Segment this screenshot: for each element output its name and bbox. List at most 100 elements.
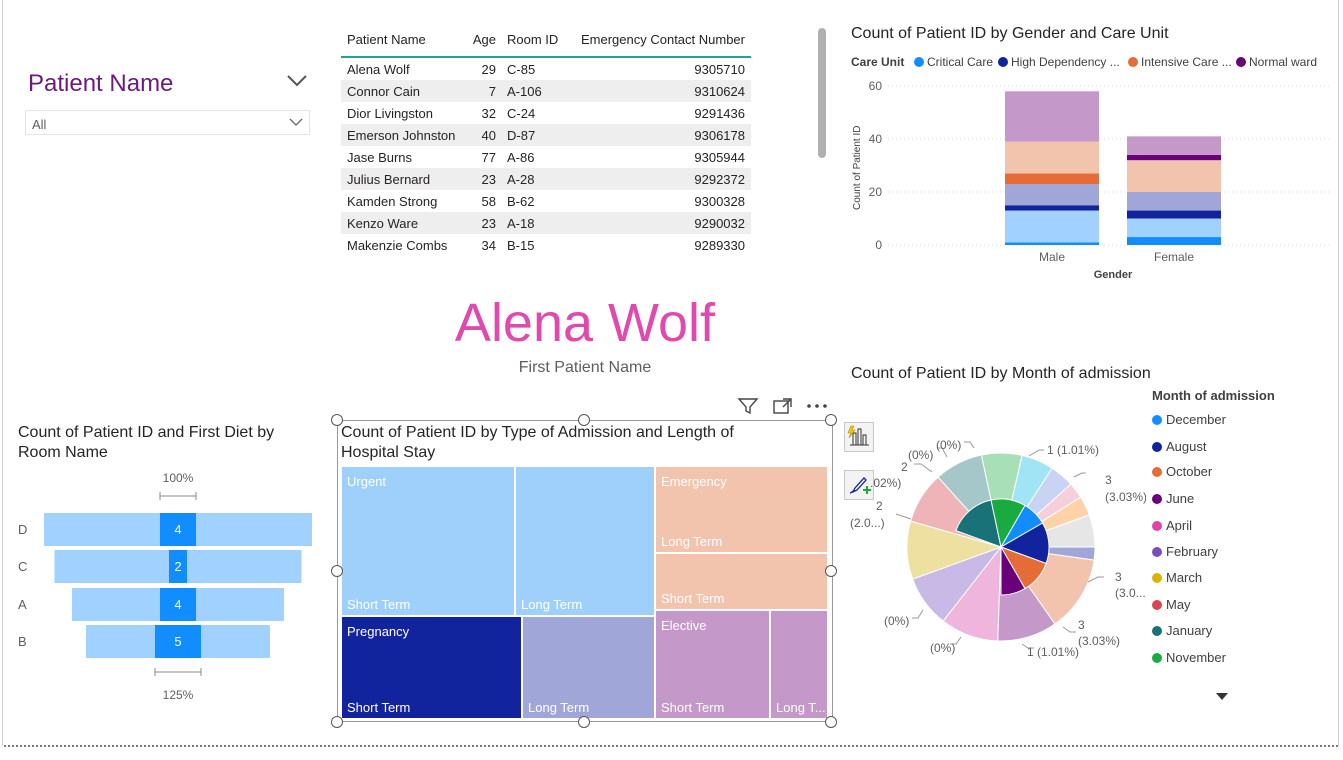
resize-handle[interactable] <box>825 565 837 577</box>
legend-label: December <box>1166 412 1226 427</box>
treemap-chart-title: Count of Patient ID by Type of Admission… <box>341 424 734 461</box>
gender-care-unit-chart: Care Unit Critical Care High Dependency … <box>851 55 1331 281</box>
legend-item-intensive-care[interactable]: Intensive Care ... <box>1128 55 1232 69</box>
cell-contact: 9300328 <box>694 194 745 209</box>
bar-segment[interactable] <box>1005 91 1099 142</box>
legend-item-february[interactable]: February <box>1152 544 1218 559</box>
legend-item-december[interactable]: December <box>1152 412 1226 427</box>
treemap-leaf-label: Long Term <box>521 597 583 612</box>
bar-segment[interactable] <box>1005 210 1099 243</box>
legend-scroll-down-icon[interactable] <box>1215 692 1229 701</box>
chevron-down-icon <box>289 118 303 126</box>
bar-segment[interactable] <box>1127 218 1221 238</box>
table-row[interactable]: Alena Wolf 29 C-85 9305710 <box>341 58 751 80</box>
column-header-age[interactable]: Age <box>473 32 496 47</box>
legend-item-april[interactable]: April <box>1152 518 1192 533</box>
cell-age: 23 <box>481 172 496 187</box>
cell-patient-name: Makenzie Combs <box>347 238 448 253</box>
table-row[interactable]: Julius Bernard 23 A-28 9292372 <box>341 168 751 190</box>
legend-marker <box>1152 653 1162 663</box>
treemap-cell-emergency-long[interactable]: Emergency Long Term <box>655 466 828 553</box>
cell-age: 29 <box>481 62 496 77</box>
legend-item-october[interactable]: October <box>1152 464 1212 479</box>
legend-marker <box>1236 57 1246 67</box>
bar-segment[interactable] <box>1005 173 1099 185</box>
bar-segment[interactable] <box>1127 136 1221 155</box>
treemap-cell-urgent-long[interactable]: Long Term <box>515 466 655 616</box>
bar-segment[interactable] <box>1127 192 1221 211</box>
bar-segment[interactable] <box>1005 242 1099 245</box>
treemap-group-label: Urgent <box>347 474 387 489</box>
table-row[interactable]: Kamden Strong 58 B-62 9300328 <box>341 190 751 212</box>
table-header: Patient Name Age Room ID Emergency Conta… <box>341 28 751 58</box>
resize-handle[interactable] <box>331 565 343 577</box>
legend-item-high-dependency[interactable]: High Dependency ... <box>998 55 1120 69</box>
treemap-leaf-label: Short Term <box>661 700 725 715</box>
treemap-cell-urgent-short[interactable]: Urgent Short Term <box>341 466 515 616</box>
slicer-dropdown[interactable]: All <box>25 110 310 135</box>
cell-patient-name: Emerson Johnston <box>347 128 456 143</box>
y-tick-label: 60 <box>869 79 883 93</box>
table-row[interactable]: Connor Cain 7 A-106 9310624 <box>341 80 751 102</box>
canvas-left-border <box>2 0 3 746</box>
page-boundary <box>4 745 1338 747</box>
bar-segment[interactable] <box>1127 160 1221 192</box>
cell-room-id: A-18 <box>507 216 535 231</box>
legend-label: High Dependency ... <box>1011 55 1120 69</box>
pie-data-label: 1 (1.01%) <box>1047 443 1099 457</box>
table-row[interactable]: Jase Burns 77 A-86 9305944 <box>341 146 751 168</box>
resize-handle[interactable] <box>331 414 343 426</box>
legend-item-january[interactable]: January <box>1152 623 1212 638</box>
resize-handle[interactable] <box>578 414 590 426</box>
bar-segment[interactable] <box>1127 210 1221 219</box>
bar-segment[interactable] <box>1127 237 1221 245</box>
chevron-down-icon[interactable] <box>286 74 308 88</box>
legend-label: February <box>1166 544 1219 559</box>
legend-item-normal-ward[interactable]: Normal ward <box>1236 55 1317 69</box>
filter-icon[interactable] <box>737 396 759 416</box>
legend-title: Month of admission <box>1152 388 1275 403</box>
table-row[interactable]: Emerson Johnston 40 D-87 9306178 <box>341 124 751 146</box>
resize-handle[interactable] <box>825 716 837 728</box>
bar-segment[interactable] <box>1005 184 1099 206</box>
pie-data-label: (3.03%) <box>1078 634 1120 648</box>
pie-slices[interactable] <box>906 452 1096 642</box>
table-scrollbar[interactable] <box>818 28 826 158</box>
bar-segment[interactable] <box>1005 141 1099 174</box>
column-header-emergency-contact[interactable]: Emergency Contact Number <box>581 32 745 47</box>
funnel-category-label: B <box>18 634 27 649</box>
legend-label: Normal ward <box>1249 55 1317 69</box>
treemap-cell-pregnancy-short[interactable]: Pregnancy Short Term <box>341 616 522 719</box>
treemap-cell-pregnancy-long[interactable]: Long Term <box>522 616 655 719</box>
legend-item-august[interactable]: August <box>1152 439 1206 454</box>
resize-handle[interactable] <box>825 414 837 426</box>
more-options-icon[interactable] <box>805 402 829 410</box>
treemap-cell-elective-short[interactable]: Elective Short Term <box>655 610 770 719</box>
table-row[interactable]: Makenzie Combs 34 B-15 9289330 <box>341 234 751 256</box>
legend-item-march[interactable]: March <box>1152 570 1202 585</box>
resize-handle[interactable] <box>578 716 590 728</box>
column-header-patient-name[interactable]: Patient Name <box>347 32 426 47</box>
treemap-cell-emergency-short[interactable]: Short Term <box>655 553 828 610</box>
pie-data-label: 2 <box>876 499 883 513</box>
legend-item-november[interactable]: November <box>1152 650 1226 665</box>
table-row[interactable]: Kenzo Ware 23 A-18 9290032 <box>341 212 751 234</box>
funnel-bars[interactable]: 4 D 2 C 4 A 5 B <box>18 513 312 658</box>
cell-contact: 9305944 <box>694 150 745 165</box>
legend-item-june[interactable]: June <box>1152 491 1194 506</box>
legend-item-critical-care[interactable]: Critical Care <box>914 55 993 69</box>
bar-segment[interactable] <box>1127 154 1221 161</box>
cell-patient-name: Julius Bernard <box>347 172 431 187</box>
legend-item-may[interactable]: May <box>1152 597 1191 612</box>
column-header-room-id[interactable]: Room ID <box>507 32 558 47</box>
pie-data-label: 3 <box>1105 473 1112 487</box>
resize-handle[interactable] <box>331 716 343 728</box>
bars[interactable] <box>1005 91 1221 245</box>
table-row[interactable]: Dior Livingston 32 C-24 9291436 <box>341 102 751 124</box>
legend-label: January <box>1166 623 1213 638</box>
treemap-cell-elective-long[interactable]: Long T... <box>770 610 828 719</box>
focus-mode-icon[interactable] <box>772 397 794 415</box>
legend-marker <box>1152 626 1162 636</box>
cell-room-id: B-15 <box>507 238 535 253</box>
bar-segment[interactable] <box>1005 205 1099 211</box>
